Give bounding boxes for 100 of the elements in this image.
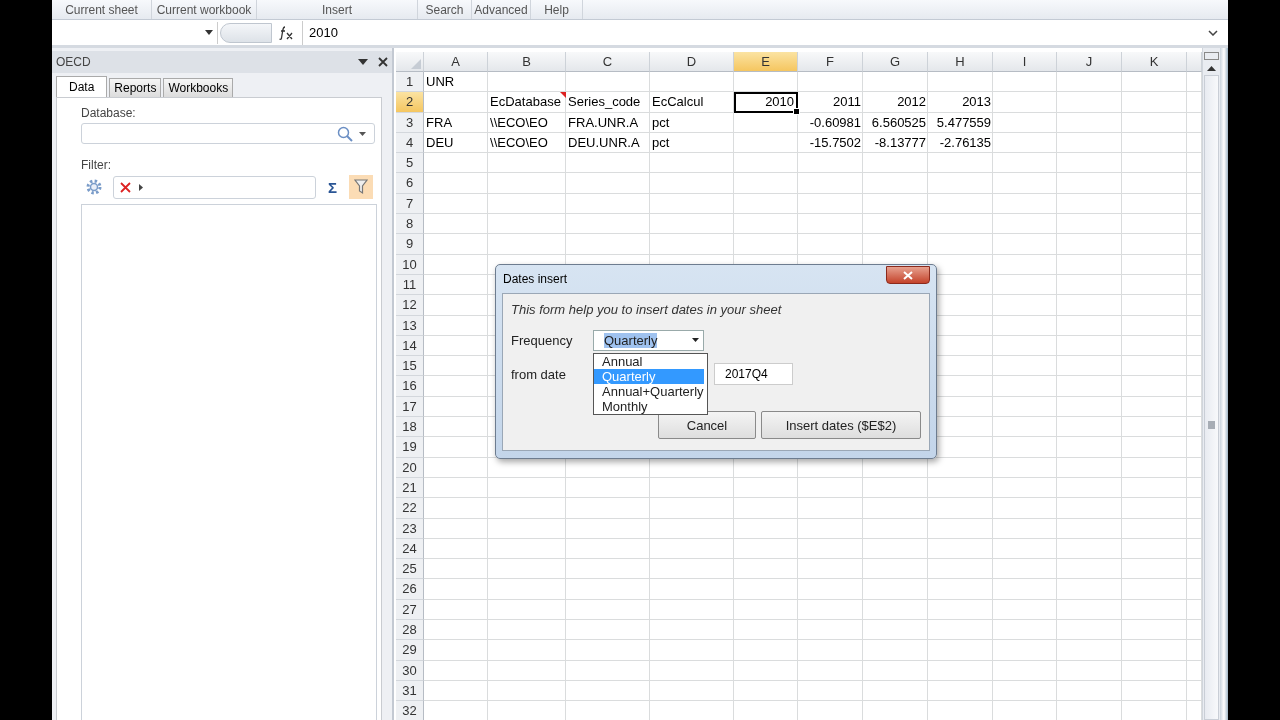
column-header[interactable]: K [1122, 52, 1188, 72]
sum-button[interactable]: Σ [328, 178, 337, 196]
ribbon-group-label[interactable]: Current workbook [152, 0, 257, 19]
row-header[interactable]: 13 [396, 315, 425, 336]
row-header[interactable]: 15 [396, 356, 425, 377]
close-button[interactable] [886, 266, 930, 284]
column-header[interactable]: E [734, 52, 799, 72]
table-cell-text: -15.7502 [808, 133, 863, 152]
ribbon-group-label[interactable]: Current sheet [52, 0, 152, 19]
row-header[interactable]: 27 [396, 599, 425, 620]
row-header[interactable]: 10 [396, 254, 425, 275]
column-header[interactable]: B [488, 52, 567, 72]
row-header[interactable]: 24 [396, 538, 425, 560]
from-date-field[interactable]: 2017Q4 [714, 363, 793, 385]
row-header[interactable]: 31 [396, 680, 425, 702]
row-header[interactable]: 23 [396, 518, 425, 539]
row-header[interactable]: 2 [396, 92, 425, 113]
database-field[interactable] [81, 123, 375, 144]
table-cell-text: 5.477559 [935, 113, 993, 132]
filter-label: Filter: [81, 158, 112, 172]
table-cell-text: 6.560525 [870, 113, 928, 132]
scroll-up-icon[interactable] [1207, 66, 1217, 71]
split-handle[interactable] [1204, 52, 1220, 60]
row-header[interactable]: 25 [396, 559, 425, 580]
vertical-scrollbar[interactable] [1202, 48, 1220, 720]
dialog-description: This form help you to insert dates in your sheet [511, 302, 783, 317]
row-header[interactable]: 22 [396, 498, 425, 519]
row-header[interactable]: 11 [396, 274, 425, 296]
table-cell-text: -0.60981 [808, 113, 863, 132]
row-header[interactable]: 8 [396, 214, 425, 235]
column-header[interactable]: H [928, 52, 994, 72]
table-cell: 2010 [734, 92, 799, 113]
dropdown-icon [692, 338, 699, 342]
pane-title: OECD [56, 55, 92, 69]
pane-tab[interactable]: Reports [109, 78, 162, 97]
filter-field[interactable] [113, 175, 316, 199]
row-header[interactable]: 29 [396, 640, 425, 661]
dropdown-option[interactable]: Annual [594, 353, 704, 369]
row-header[interactable]: 4 [396, 132, 425, 154]
row-header[interactable]: 12 [396, 295, 425, 316]
dropdown-option[interactable]: Annual+Quarterly [594, 383, 704, 399]
row-header[interactable]: 20 [396, 457, 425, 478]
table-cell-text: DEU.UNR.A [567, 133, 641, 152]
ribbon-group-label[interactable]: Search [418, 0, 472, 19]
row-header[interactable]: 17 [396, 396, 425, 418]
column-header[interactable]: F [798, 52, 864, 72]
dropdown-option[interactable]: Monthly [594, 398, 704, 414]
table-cell-text: Series_code [567, 93, 642, 112]
frequency-label: Frequency [511, 332, 574, 348]
table-cell-text: -8.13777 [873, 133, 928, 152]
row-header[interactable]: 28 [396, 620, 425, 641]
formula-slider-button[interactable] [220, 22, 272, 43]
ribbon-group-label[interactable]: Help [531, 0, 583, 19]
row-header[interactable]: 18 [396, 417, 425, 438]
column-header[interactable]: D [650, 52, 735, 72]
dropdown-icon [205, 30, 213, 35]
settings-icon[interactable] [85, 178, 103, 196]
row-header[interactable]: 1 [396, 72, 425, 93]
table-cell-text: pct [651, 113, 671, 132]
pane-tab[interactable]: Workbooks [163, 78, 234, 97]
funnel-icon [354, 179, 368, 195]
search-icon[interactable] [337, 125, 353, 142]
row-header[interactable]: 7 [396, 193, 425, 215]
table-cell-text: pct [651, 133, 671, 152]
expand-arrow-icon[interactable] [139, 183, 143, 191]
close-icon[interactable] [378, 57, 389, 67]
ribbon-group-label[interactable]: Insert [257, 0, 418, 19]
row-header[interactable]: 14 [396, 335, 425, 357]
clear-icon[interactable] [120, 181, 131, 193]
dropdown-icon[interactable] [359, 131, 366, 136]
column-header[interactable]: J [1057, 52, 1123, 72]
row-header[interactable]: 6 [396, 173, 425, 194]
formula-input[interactable]: 2010 [302, 20, 1208, 45]
dialog-button[interactable]: Cancel [658, 411, 756, 439]
row-header[interactable]: 26 [396, 579, 425, 600]
dropdown-icon[interactable] [358, 59, 369, 65]
filter-button[interactable] [349, 175, 373, 199]
row-header[interactable]: 3 [396, 112, 425, 133]
table-cell-text: UNR [425, 73, 456, 91]
expand-icon[interactable] [1208, 29, 1218, 36]
column-header[interactable]: I [993, 52, 1058, 72]
table-cell-text: 2013 [961, 93, 993, 112]
scroll-thumb-grip[interactable] [1208, 421, 1216, 429]
column-header[interactable]: C [566, 52, 651, 72]
row-header[interactable]: 19 [396, 437, 425, 458]
pane-tab[interactable]: Data [56, 76, 108, 97]
column-header[interactable]: G [863, 52, 929, 72]
ribbon-group-label[interactable]: Advanced [472, 0, 531, 19]
function-icon[interactable] [278, 25, 294, 40]
row-header[interactable]: 5 [396, 153, 425, 174]
table-cell-text: \\ECO\EO [489, 113, 549, 132]
dialog-button[interactable]: Insert dates ($E$2) [761, 411, 921, 439]
row-header[interactable]: 9 [396, 234, 425, 255]
row-header[interactable]: 32 [396, 701, 425, 720]
row-header[interactable]: 30 [396, 660, 425, 681]
fill-handle[interactable] [793, 107, 801, 115]
column-header[interactable]: A [424, 52, 489, 72]
close-icon [903, 270, 913, 280]
row-header[interactable]: 16 [396, 376, 425, 397]
row-header[interactable]: 21 [396, 477, 425, 499]
